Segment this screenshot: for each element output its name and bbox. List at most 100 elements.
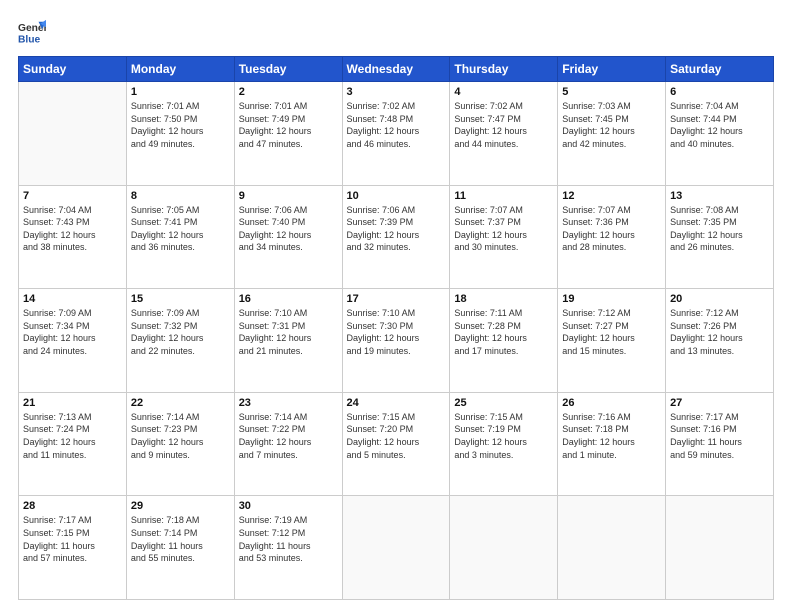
calendar-cell: 2 Sunrise: 7:01 AMSunset: 7:49 PMDaylight… [234, 82, 342, 186]
calendar-cell: 26 Sunrise: 7:16 AMSunset: 7:18 PMDayligh… [558, 392, 666, 496]
calendar-cell: 24 Sunrise: 7:15 AMSunset: 7:20 PMDayligh… [342, 392, 450, 496]
day-info: Sunrise: 7:12 AMSunset: 7:26 PMDaylight:… [670, 307, 769, 357]
week-row-5: 28Sunrise: 7:17 AMSunset: 7:15 PMDayligh… [19, 496, 774, 600]
day-info: Sunrise: 7:05 AMSunset: 7:41 PMDaylight:… [131, 204, 230, 254]
day-info: Sunrise: 7:17 AMSunset: 7:16 PMDaylight:… [670, 411, 769, 461]
day-number: 5 [562, 86, 661, 98]
day-info: Sunrise: 7:06 AMSunset: 7:40 PMDaylight:… [239, 204, 338, 254]
day-number: 16 [239, 293, 338, 305]
day-info: Sunrise: 7:14 AMSunset: 7:22 PMDaylight:… [239, 411, 338, 461]
day-number: 30 [239, 500, 338, 512]
calendar-cell: 5Sunrise: 7:03 AMSunset: 7:45 PMDaylight… [558, 82, 666, 186]
day-info: Sunrise: 7:12 AMSunset: 7:27 PMDaylight:… [562, 307, 661, 357]
calendar-cell: 20 Sunrise: 7:12 AMSunset: 7:26 PMDayligh… [666, 289, 774, 393]
day-info: Sunrise: 7:07 AMSunset: 7:36 PMDaylight:… [562, 204, 661, 254]
calendar-cell: 9 Sunrise: 7:06 AMSunset: 7:40 PMDaylight… [234, 185, 342, 289]
logo-icon: General Blue [18, 18, 46, 46]
calendar-cell [666, 496, 774, 600]
day-number: 23 [239, 397, 338, 409]
weekday-header-sunday: Sunday [19, 57, 127, 82]
weekday-header-row: SundayMondayTuesdayWednesdayThursdayFrid… [19, 57, 774, 82]
day-number: 3 [347, 86, 446, 98]
calendar-cell: 27 Sunrise: 7:17 AMSunset: 7:16 PMDayligh… [666, 392, 774, 496]
calendar-cell: 22 Sunrise: 7:14 AMSunset: 7:23 PMDayligh… [126, 392, 234, 496]
svg-text:Blue: Blue [18, 34, 41, 45]
day-info: Sunrise: 7:15 AMSunset: 7:19 PMDaylight:… [454, 411, 553, 461]
day-info: Sunrise: 7:09 AMSunset: 7:32 PMDaylight:… [131, 307, 230, 357]
day-number: 25 [454, 397, 553, 409]
day-number: 18 [454, 293, 553, 305]
day-info: Sunrise: 7:01 AMSunset: 7:49 PMDaylight:… [239, 100, 338, 150]
day-info: Sunrise: 7:02 AMSunset: 7:48 PMDaylight:… [347, 100, 446, 150]
day-info: Sunrise: 7:15 AMSunset: 7:20 PMDaylight:… [347, 411, 446, 461]
week-row-1: 1 Sunrise: 7:01 AMSunset: 7:50 PMDaylight… [19, 82, 774, 186]
day-number: 2 [239, 86, 338, 98]
calendar-cell: 8 Sunrise: 7:05 AMSunset: 7:41 PMDaylight… [126, 185, 234, 289]
week-row-2: 7 Sunrise: 7:04 AMSunset: 7:43 PMDaylight… [19, 185, 774, 289]
day-number: 1 [131, 86, 230, 98]
calendar-cell: 16 Sunrise: 7:10 AMSunset: 7:31 PMDayligh… [234, 289, 342, 393]
day-info: Sunrise: 7:10 AMSunset: 7:31 PMDaylight:… [239, 307, 338, 357]
calendar-cell: 7 Sunrise: 7:04 AMSunset: 7:43 PMDaylight… [19, 185, 127, 289]
weekday-header-friday: Friday [558, 57, 666, 82]
day-number: 19 [562, 293, 661, 305]
calendar-cell: 13 Sunrise: 7:08 AMSunset: 7:35 PMDayligh… [666, 185, 774, 289]
day-info: Sunrise: 7:10 AMSunset: 7:30 PMDaylight:… [347, 307, 446, 357]
calendar-cell: 17Sunrise: 7:10 AMSunset: 7:30 PMDayligh… [342, 289, 450, 393]
day-info: Sunrise: 7:19 AMSunset: 7:12 PMDaylight:… [239, 514, 338, 564]
weekday-header-wednesday: Wednesday [342, 57, 450, 82]
calendar-cell: 23 Sunrise: 7:14 AMSunset: 7:22 PMDayligh… [234, 392, 342, 496]
calendar-cell [558, 496, 666, 600]
day-number: 24 [347, 397, 446, 409]
calendar-cell [19, 82, 127, 186]
day-info: Sunrise: 7:14 AMSunset: 7:23 PMDaylight:… [131, 411, 230, 461]
day-number: 27 [670, 397, 769, 409]
day-info: Sunrise: 7:18 AMSunset: 7:14 PMDaylight:… [131, 514, 230, 564]
day-number: 22 [131, 397, 230, 409]
day-info: Sunrise: 7:07 AMSunset: 7:37 PMDaylight:… [454, 204, 553, 254]
calendar-cell [450, 496, 558, 600]
calendar-cell: 4Sunrise: 7:02 AMSunset: 7:47 PMDaylight… [450, 82, 558, 186]
calendar-cell: 28Sunrise: 7:17 AMSunset: 7:15 PMDayligh… [19, 496, 127, 600]
calendar-cell: 11 Sunrise: 7:07 AMSunset: 7:37 PMDayligh… [450, 185, 558, 289]
day-number: 13 [670, 190, 769, 202]
calendar-cell: 12 Sunrise: 7:07 AMSunset: 7:36 PMDayligh… [558, 185, 666, 289]
day-number: 14 [23, 293, 122, 305]
day-info: Sunrise: 7:01 AMSunset: 7:50 PMDaylight:… [131, 100, 230, 150]
day-info: Sunrise: 7:09 AMSunset: 7:34 PMDaylight:… [23, 307, 122, 357]
weekday-header-tuesday: Tuesday [234, 57, 342, 82]
calendar-cell: 15Sunrise: 7:09 AMSunset: 7:32 PMDayligh… [126, 289, 234, 393]
calendar-cell: 29Sunrise: 7:18 AMSunset: 7:14 PMDayligh… [126, 496, 234, 600]
day-info: Sunrise: 7:02 AMSunset: 7:47 PMDaylight:… [454, 100, 553, 150]
day-info: Sunrise: 7:11 AMSunset: 7:28 PMDaylight:… [454, 307, 553, 357]
day-number: 6 [670, 86, 769, 98]
calendar-cell: 19 Sunrise: 7:12 AMSunset: 7:27 PMDayligh… [558, 289, 666, 393]
day-info: Sunrise: 7:04 AMSunset: 7:44 PMDaylight:… [670, 100, 769, 150]
day-number: 7 [23, 190, 122, 202]
day-number: 28 [23, 500, 122, 512]
logo: General Blue [18, 18, 46, 46]
weekday-header-monday: Monday [126, 57, 234, 82]
calendar-cell: 30 Sunrise: 7:19 AMSunset: 7:12 PMDayligh… [234, 496, 342, 600]
weekday-header-saturday: Saturday [666, 57, 774, 82]
day-number: 8 [131, 190, 230, 202]
day-number: 11 [454, 190, 553, 202]
day-number: 26 [562, 397, 661, 409]
calendar-cell: 3 Sunrise: 7:02 AMSunset: 7:48 PMDaylight… [342, 82, 450, 186]
calendar-cell [342, 496, 450, 600]
day-number: 20 [670, 293, 769, 305]
week-row-3: 14 Sunrise: 7:09 AMSunset: 7:34 PMDayligh… [19, 289, 774, 393]
calendar-cell: 14 Sunrise: 7:09 AMSunset: 7:34 PMDayligh… [19, 289, 127, 393]
calendar-cell: 10Sunrise: 7:06 AMSunset: 7:39 PMDayligh… [342, 185, 450, 289]
calendar-cell: 1 Sunrise: 7:01 AMSunset: 7:50 PMDaylight… [126, 82, 234, 186]
day-info: Sunrise: 7:08 AMSunset: 7:35 PMDaylight:… [670, 204, 769, 254]
day-number: 12 [562, 190, 661, 202]
day-info: Sunrise: 7:04 AMSunset: 7:43 PMDaylight:… [23, 204, 122, 254]
calendar-table: SundayMondayTuesdayWednesdayThursdayFrid… [18, 56, 774, 600]
day-info: Sunrise: 7:13 AMSunset: 7:24 PMDaylight:… [23, 411, 122, 461]
day-info: Sunrise: 7:16 AMSunset: 7:18 PMDaylight:… [562, 411, 661, 461]
calendar-cell: 21 Sunrise: 7:13 AMSunset: 7:24 PMDayligh… [19, 392, 127, 496]
day-number: 21 [23, 397, 122, 409]
day-number: 9 [239, 190, 338, 202]
calendar-cell: 6 Sunrise: 7:04 AMSunset: 7:44 PMDaylight… [666, 82, 774, 186]
